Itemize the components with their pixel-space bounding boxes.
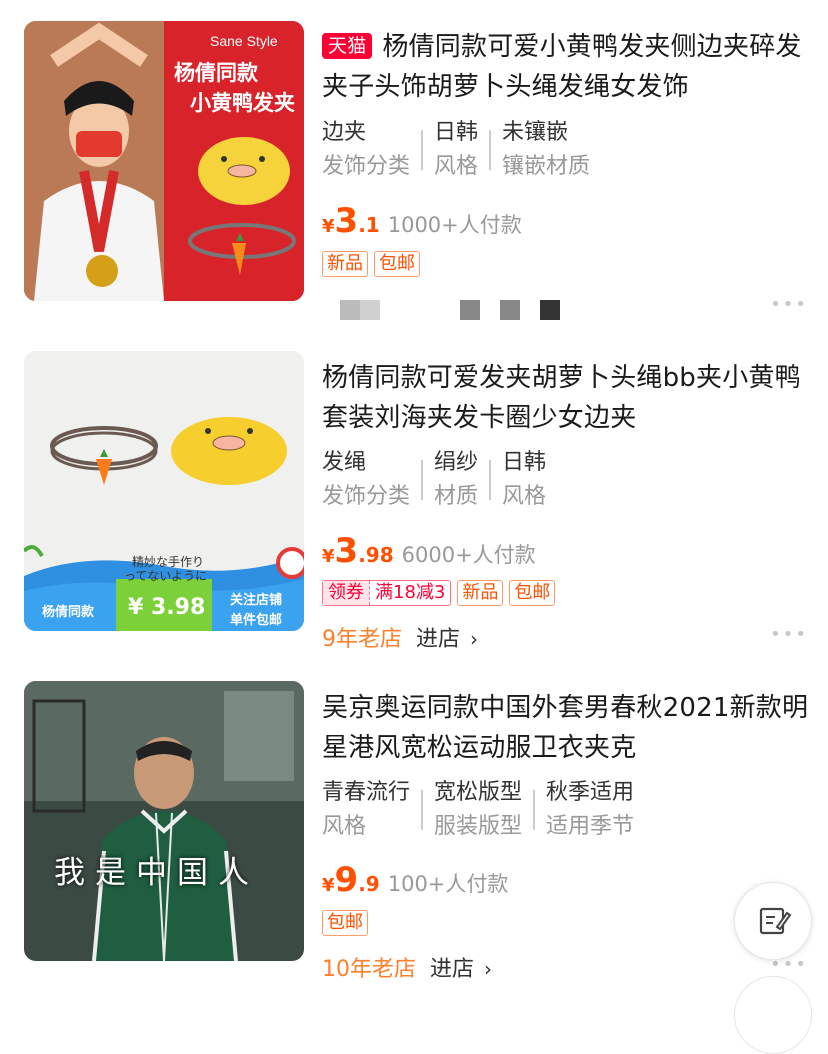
product-attrs-3: 青春流行 风格 宽松版型 服装版型 秋季适用 适用季节: [322, 776, 634, 844]
image-left-label: 杨倩同款: [42, 605, 95, 620]
currency-symbol: ¥: [322, 216, 335, 237]
attr-divider: [489, 130, 492, 170]
tag-free-shipping: 包邮: [509, 580, 556, 606]
price-decimal: .98: [358, 543, 394, 567]
enter-shop-link[interactable]: 进店: [430, 957, 474, 982]
image-right-label-1: 关注店铺: [230, 593, 283, 608]
jacket-photo: [24, 681, 304, 961]
product-title-3[interactable]: 吴京奥运同款中国外套男春秋2021新款明星港风宽松运动服卫衣夹克: [322, 688, 812, 768]
product-attrs-1: 边夹 发饰分类 日韩 风格 未镶嵌 镶嵌材质: [322, 116, 590, 184]
attr-divider: [421, 130, 424, 170]
shop-row-3[interactable]: 10年老店 进店 ›: [322, 954, 492, 985]
image-right-label-2: 单件包邮: [230, 613, 283, 628]
attr-value: 日韩: [502, 450, 547, 475]
tag-row-3: 包邮: [322, 910, 374, 936]
attr-2: 日韩 风格: [434, 116, 478, 184]
attr-divider: [421, 790, 424, 830]
attr-key: 适用季节: [546, 814, 635, 839]
chevron-right-icon: ›: [470, 627, 479, 651]
product-title-text: 杨倩同款可爱小黄鸭发夹侧边夹碎发夹子头饰胡萝卜头绳发绳女发饰: [322, 32, 802, 102]
attr-divider: [421, 460, 424, 500]
image-caption: 我是中国人: [54, 855, 259, 891]
image-headline-1: 杨倩同款: [174, 61, 258, 85]
image-headline-2: 小黄鸭发夹: [190, 91, 295, 115]
sales-count: 6000+人付款: [401, 543, 536, 567]
shop-name-blurred: [340, 300, 560, 320]
tag-row-2: 领券 满18减3 新品 包邮: [322, 580, 561, 606]
price-integer: 3: [334, 201, 359, 241]
attr-value: 秋季适用: [546, 780, 635, 805]
attr-1: 发绳 发饰分类: [322, 446, 410, 514]
shop-age-badge: 9年老店: [322, 627, 402, 652]
price-row-1: ¥ 3 .1 1000+人付款: [322, 203, 522, 239]
attr-3: 未镶嵌 镶嵌材质: [502, 116, 590, 184]
attr-key: 风格: [322, 814, 367, 839]
attr-value: 日韩: [434, 120, 479, 145]
attr-value: 绢纱: [434, 450, 479, 475]
product-title-1[interactable]: 天猫 杨倩同款可爱小黄鸭发夹侧边夹碎发夹子头饰胡萝卜头绳发绳女发饰: [322, 27, 812, 107]
tag-free-shipping: 包邮: [374, 251, 420, 277]
price-decimal: .9: [358, 872, 380, 896]
attr-value: 青春流行: [322, 780, 411, 805]
price-decimal: .1: [358, 213, 380, 237]
product-image-3[interactable]: 我是中国人: [24, 681, 304, 961]
price-integer: 3: [334, 531, 359, 571]
attr-2: 绢纱 材质: [434, 446, 478, 514]
coupon-label: 领券: [323, 581, 370, 605]
attr-divider: [489, 460, 492, 500]
shop-row-2[interactable]: 9年老店 进店 ›: [322, 624, 478, 655]
attr-3: 秋季适用 适用季节: [546, 776, 634, 844]
coupon-tag[interactable]: 领券 满18减3: [322, 580, 452, 606]
price-row-3: ¥ 9 .9 100+人付款: [322, 862, 508, 898]
attr-key: 发饰分类: [322, 484, 411, 509]
tmall-badge: 天猫: [322, 33, 373, 59]
price-integer: 9: [334, 860, 359, 900]
attr-1: 青春流行 风格: [322, 776, 410, 844]
currency-symbol: ¥: [322, 546, 335, 567]
attr-3: 日韩 风格: [502, 446, 546, 514]
more-options-icon[interactable]: •••: [770, 624, 808, 645]
enter-shop-link[interactable]: 进店: [416, 627, 460, 652]
attr-divider: [533, 790, 536, 830]
attr-value: 边夹: [322, 120, 367, 145]
sales-count: 100+人付款: [387, 872, 509, 896]
tag-row-1: 新品 包邮: [322, 251, 426, 277]
secondary-floating-button[interactable]: [734, 976, 812, 1054]
attr-1: 边夹 发饰分类: [322, 116, 410, 184]
product-attrs-2: 发绳 发饰分类 绢纱 材质 日韩 风格: [322, 446, 546, 514]
feedback-button[interactable]: [734, 882, 812, 960]
image-price: ¥ 3.98: [128, 595, 206, 620]
attr-key: 发饰分类: [322, 154, 411, 179]
attr-key: 风格: [502, 484, 547, 509]
product-image-2[interactable]: 精妙な手作り ってないように 杨倩同款 ¥ 3.98 关注店铺 单件包邮: [24, 351, 304, 631]
attr-value: 宽松版型: [434, 780, 523, 805]
currency-symbol: ¥: [322, 875, 335, 896]
more-options-icon[interactable]: •••: [770, 294, 808, 315]
attr-key: 镶嵌材质: [502, 154, 591, 179]
product-title-2[interactable]: 杨倩同款可爱发夹胡萝卜头绳bb夹小黄鸭套装刘海夹发卡圈少女边夹: [322, 358, 812, 438]
attr-2: 宽松版型 服装版型: [434, 776, 522, 844]
attr-value: 发绳: [322, 450, 367, 475]
shop-age-badge: 10年老店: [322, 957, 416, 982]
sales-count: 1000+人付款: [387, 213, 522, 237]
price-row-2: ¥ 3 .98 6000+人付款: [322, 533, 536, 569]
image-brand: Sane Style: [210, 33, 278, 49]
tag-free-shipping: 包邮: [322, 910, 368, 936]
edit-note-icon: [759, 907, 792, 935]
image-jp-line-2: ってないように: [124, 569, 208, 583]
attr-key: 风格: [434, 154, 479, 179]
duck-clip-photo: [24, 21, 304, 301]
tag-new: 新品: [457, 580, 504, 606]
chevron-right-icon: ›: [484, 957, 493, 981]
attr-key: 服装版型: [434, 814, 523, 839]
product-image-1[interactable]: Sane Style 杨倩同款 小黄鸭发夹: [24, 21, 304, 301]
tag-new: 新品: [322, 251, 368, 277]
coupon-value: 满18减3: [375, 582, 446, 603]
attr-key: 材质: [434, 484, 479, 509]
attr-value: 未镶嵌: [502, 120, 569, 145]
